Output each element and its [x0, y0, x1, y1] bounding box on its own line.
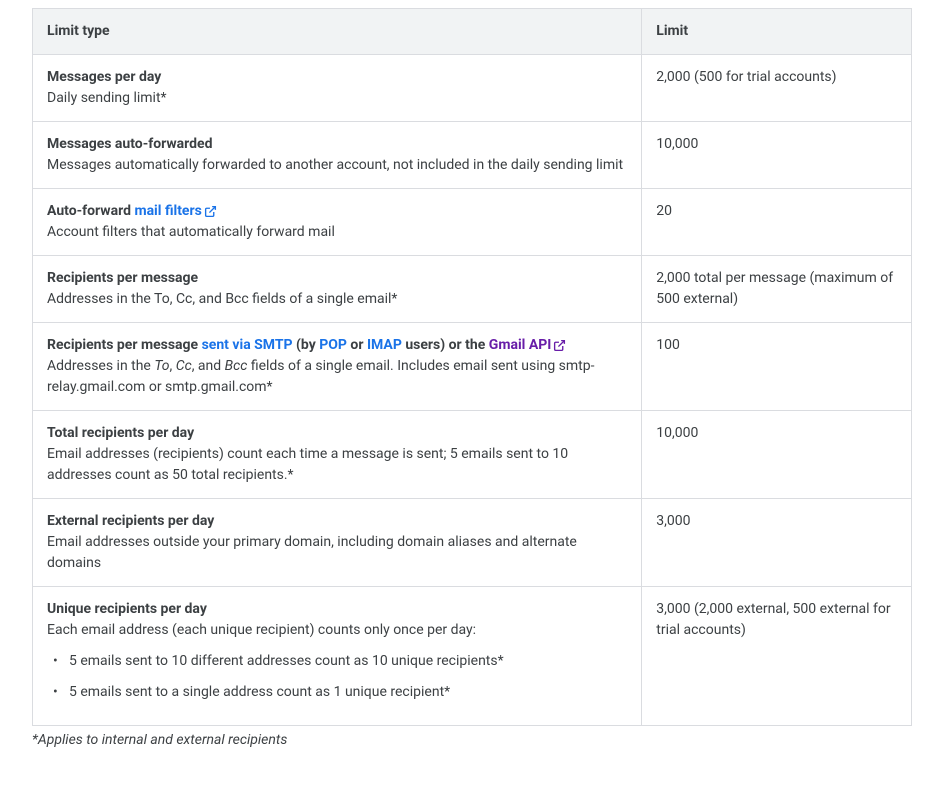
row-title: Recipients per message sent via SMTP (by…	[47, 335, 627, 356]
pop-link[interactable]: POP	[319, 337, 347, 353]
footnote: *Applies to internal and external recipi…	[32, 732, 912, 748]
row-title: Messages auto-forwarded	[47, 134, 627, 155]
row-desc: Addresses in the To, Cc, and Bcc fields …	[47, 289, 627, 310]
limit-value: 3,000 (2,000 external, 500 external for …	[642, 587, 912, 726]
row-title: Recipients per message	[47, 268, 627, 289]
external-link-icon	[204, 205, 217, 218]
row-desc: Each email address (each unique recipien…	[47, 620, 627, 641]
row-desc: Messages automatically forwarded to anot…	[47, 155, 627, 176]
row-desc: Daily sending limit*	[47, 88, 627, 109]
bullet-list: 5 emails sent to 10 different addresses …	[47, 651, 627, 703]
limit-value: 3,000	[642, 499, 912, 587]
external-link-icon	[553, 339, 566, 352]
limit-value: 2,000 total per message (maximum of 500 …	[642, 256, 912, 323]
row-title: Unique recipients per day	[47, 599, 627, 620]
table-row: Auto-forward mail filters Account filter…	[33, 189, 912, 256]
row-title: Total recipients per day	[47, 423, 627, 444]
row-desc: Addresses in the To, Cc, and Bcc fields …	[47, 356, 627, 398]
table-row: Recipients per message sent via SMTP (by…	[33, 323, 912, 411]
header-limit-type: Limit type	[33, 9, 642, 55]
limit-value: 20	[642, 189, 912, 256]
table-row: External recipients per day Email addres…	[33, 499, 912, 587]
gmail-api-link[interactable]: Gmail API	[489, 337, 552, 353]
table-row: Total recipients per day Email addresses…	[33, 411, 912, 499]
row-desc: Email addresses (recipients) count each …	[47, 444, 627, 486]
row-title: External recipients per day	[47, 511, 627, 532]
list-item: 5 emails sent to a single address count …	[51, 682, 627, 703]
list-item: 5 emails sent to 10 different addresses …	[51, 651, 627, 672]
table-row: Recipients per message Addresses in the …	[33, 256, 912, 323]
table-row: Messages auto-forwarded Messages automat…	[33, 122, 912, 189]
limit-value: 10,000	[642, 122, 912, 189]
table-row: Unique recipients per day Each email add…	[33, 587, 912, 726]
limit-value: 100	[642, 323, 912, 411]
row-desc: Account filters that automatically forwa…	[47, 222, 627, 243]
row-title: Auto-forward mail filters	[47, 201, 627, 222]
row-title: Messages per day	[47, 67, 627, 88]
header-limit: Limit	[642, 9, 912, 55]
row-desc: Email addresses outside your primary dom…	[47, 532, 627, 574]
table-row: Messages per day Daily sending limit* 2,…	[33, 55, 912, 122]
mail-filters-link[interactable]: mail filters	[134, 203, 201, 219]
limit-value: 10,000	[642, 411, 912, 499]
limits-table: Limit type Limit Messages per day Daily …	[32, 8, 912, 726]
imap-link[interactable]: IMAP	[367, 337, 402, 353]
smtp-link[interactable]: sent via SMTP	[202, 337, 293, 353]
limit-value: 2,000 (500 for trial accounts)	[642, 55, 912, 122]
